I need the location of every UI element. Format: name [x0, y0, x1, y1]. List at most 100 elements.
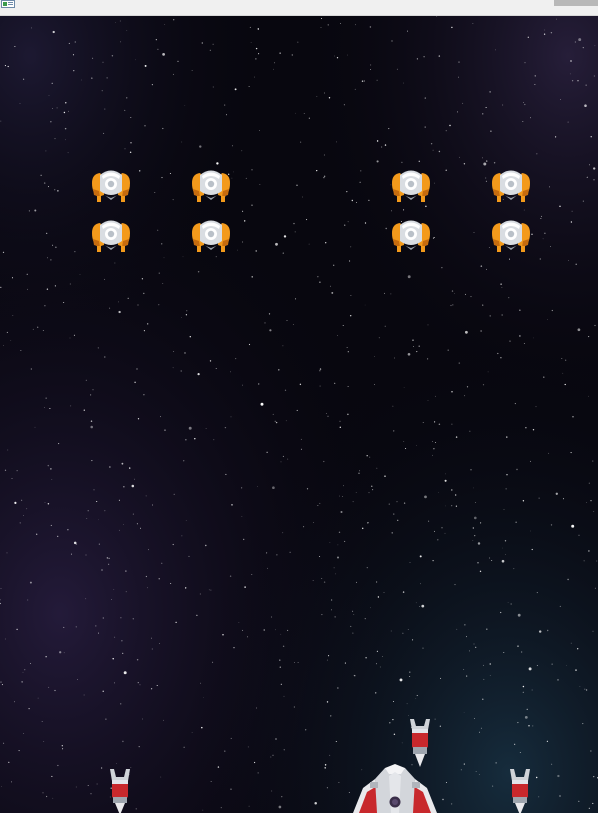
star: [4, 469, 7, 471]
star: [572, 416, 574, 418]
star: [249, 26, 251, 28]
star: [75, 786, 77, 788]
star: [109, 307, 111, 309]
star: [258, 383, 260, 385]
star: [466, 675, 468, 677]
star: [0, 588, 2, 590]
star: [473, 643, 475, 645]
star: [73, 334, 75, 336]
star: [173, 351, 175, 353]
star: [68, 42, 70, 44]
star: [118, 529, 120, 531]
star: [52, 244, 54, 246]
star: [418, 160, 421, 163]
star: [531, 689, 533, 691]
star: [138, 170, 141, 172]
star: [501, 314, 503, 316]
star: [181, 141, 183, 143]
star: [592, 630, 594, 632]
star: [4, 638, 6, 640]
star: [434, 395, 436, 397]
star: [384, 144, 387, 146]
star: [439, 725, 441, 727]
star: [539, 258, 541, 260]
star: [438, 423, 441, 426]
star: [535, 776, 538, 779]
escort-drone-right: [510, 769, 530, 813]
star: [419, 555, 422, 558]
star: [148, 549, 149, 551]
alien-ship: [392, 220, 430, 252]
star: [339, 426, 341, 428]
star: [30, 663, 32, 664]
star: [517, 645, 519, 647]
star: [359, 181, 361, 183]
star: [575, 263, 577, 266]
star: [485, 180, 487, 182]
star: [291, 54, 293, 56]
player-ship[interactable]: [353, 764, 437, 813]
star: [72, 54, 75, 56]
star: [480, 522, 482, 524]
star: [48, 95, 50, 96]
star: [109, 466, 111, 468]
star: [370, 64, 372, 66]
star: [45, 397, 47, 399]
star: [577, 80, 579, 82]
star: [324, 767, 326, 769]
star: [92, 57, 94, 59]
star: [450, 304, 452, 307]
star: [528, 725, 530, 727]
window-control-button[interactable]: [554, 0, 598, 6]
star: [45, 795, 48, 798]
star: [442, 798, 444, 801]
star: [280, 461, 282, 463]
star: [251, 169, 253, 171]
star: [463, 668, 465, 670]
star: [64, 127, 67, 130]
star: [114, 636, 116, 638]
star: [181, 535, 183, 537]
star: [147, 587, 148, 589]
star: [144, 125, 146, 127]
star: [546, 629, 549, 632]
star: [90, 425, 93, 429]
game-canvas[interactable]: [0, 16, 598, 813]
escort-drone-left: [110, 769, 130, 813]
star: [474, 718, 475, 719]
star: [2, 251, 5, 254]
star: [67, 152, 69, 154]
star: [22, 78, 25, 80]
title-bar[interactable]: [0, 0, 598, 16]
star: [390, 293, 392, 295]
star: [368, 199, 370, 202]
star: [271, 790, 273, 792]
star: [515, 521, 517, 523]
star: [92, 389, 94, 391]
star: [52, 30, 55, 34]
star: [438, 55, 441, 57]
star: [83, 409, 85, 411]
star: [434, 530, 435, 532]
star: [101, 569, 103, 571]
star: [247, 636, 248, 638]
star: [106, 77, 108, 79]
star: [257, 772, 259, 774]
alien-ship: [492, 220, 530, 252]
star: [347, 351, 349, 353]
star: [158, 578, 160, 580]
star: [324, 92, 325, 94]
star: [231, 145, 234, 147]
star: [434, 441, 437, 444]
star: [544, 232, 546, 234]
star: [245, 177, 247, 179]
star: [270, 756, 272, 758]
star: [489, 675, 491, 677]
star: [531, 548, 533, 551]
star: [120, 703, 122, 705]
star: [427, 400, 429, 401]
star: [538, 796, 540, 798]
star: [360, 170, 362, 172]
star: [279, 666, 281, 668]
star: [457, 111, 459, 113]
